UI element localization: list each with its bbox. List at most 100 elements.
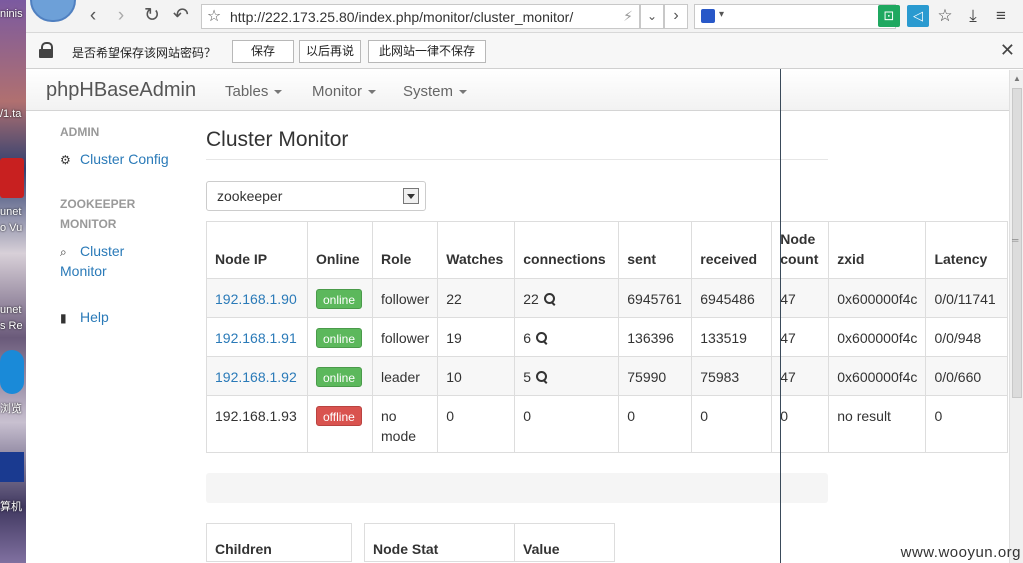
bookmark-star-icon[interactable]: ☆ [204, 7, 224, 27]
cell-zxid: 0x600000f4c [828, 356, 927, 396]
nav-monitor-label: Monitor [312, 83, 363, 100]
cell-received: 0 [691, 395, 773, 453]
sidebar-item-help[interactable]: ▮ Help [60, 307, 109, 328]
children-table: Children [206, 523, 352, 562]
cell-connections: 0 [514, 395, 620, 453]
cell-received: 75983 [691, 356, 773, 396]
zoom-in-icon[interactable] [536, 332, 548, 344]
cell-sent: 136396 [618, 317, 693, 357]
node-ip-link[interactable]: 192.168.1.91 [215, 330, 297, 346]
desktop-text: 浏览 [0, 403, 22, 415]
cell-sent: 75990 [618, 356, 693, 396]
table-header-row: Node Stat Value [364, 523, 615, 562]
browser-logo-icon[interactable] [30, 0, 76, 22]
cell-role: no mode [371, 395, 439, 453]
watermark: www.wooyun.org [900, 544, 1021, 561]
cell-watches: 0 [437, 395, 516, 453]
connections-value: 5 [523, 369, 532, 385]
sidebar-header-zookeeper: ZOOKEEPER [60, 197, 136, 211]
desktop-text: 算机 [0, 501, 22, 513]
search-box[interactable]: ▾ ⌕ [694, 4, 896, 29]
brand-link[interactable]: phpHBaseAdmin [46, 79, 196, 102]
desktop-browser-icon[interactable] [0, 350, 24, 394]
col-header: Children [206, 523, 352, 562]
go-arrow-icon[interactable]: › [664, 4, 688, 29]
speaker-icon[interactable]: ◁ [907, 5, 929, 27]
lightning-icon[interactable]: ⚡ [623, 8, 633, 25]
chevron-down-icon[interactable] [403, 188, 419, 204]
zoom-in-icon[interactable] [543, 293, 556, 305]
desktop-background: ninis /1.ta unet o Vu unet s Re 浏览 算机 [0, 0, 26, 563]
refresh-icon[interactable]: ↻ [140, 5, 164, 29]
url-text[interactable]: http://222.173.25.80/index.php/monitor/c… [230, 9, 573, 25]
connections-value: 6 [523, 330, 532, 346]
cell-received: 6945486 [691, 278, 773, 318]
download-icon[interactable]: ⤓ [962, 5, 984, 27]
back-icon[interactable]: ‹ [81, 5, 105, 29]
never-save-button[interactable]: 此网站一律不保存 [368, 40, 486, 63]
gear-icon: ⚙ [60, 153, 71, 167]
sidebar-item-label: Cluster Config [80, 151, 169, 167]
status-badge: online [316, 328, 363, 348]
node-stat-table: Node Stat Value [364, 523, 615, 562]
later-button[interactable]: 以后再说 [299, 40, 361, 63]
engine-caret-icon[interactable]: ▾ [719, 9, 724, 20]
status-badge: offline [316, 406, 362, 426]
cell-latency: 0/0/948 [925, 317, 1009, 357]
sidebar-item-cluster-config[interactable]: ⚙ Cluster Config [60, 149, 169, 170]
lock-icon [38, 42, 54, 58]
desktop-app-icon[interactable] [0, 158, 24, 198]
col-header: received [691, 221, 773, 279]
table-row: 192.168.1.93 offline no mode 0 0 0 0 0 n… [206, 395, 1009, 453]
close-icon[interactable]: ✕ [1000, 40, 1015, 61]
col-header: Online [307, 221, 373, 279]
col-header: Node IP [206, 221, 308, 279]
save-password-button[interactable]: 保存 [232, 40, 294, 63]
search-icon: ⌕ [60, 245, 67, 259]
caret-down-icon [368, 90, 377, 95]
cell-connections: 5 [514, 356, 620, 396]
nav-monitor[interactable]: Monitor [312, 83, 377, 100]
book-icon: ▮ [60, 311, 67, 325]
col-header: Latency [925, 221, 1009, 279]
cell-online: online [307, 356, 373, 396]
search-engine-icon[interactable] [701, 9, 715, 23]
cell-role: follower [371, 278, 439, 318]
cell-online: online [307, 278, 373, 318]
forward-icon[interactable]: › [109, 5, 133, 29]
sidebar-item-cluster-monitor[interactable]: ⌕ Cluster [60, 241, 124, 262]
node-ip-link[interactable]: 192.168.1.90 [215, 291, 297, 307]
cluster-select[interactable]: zookeeper [206, 181, 426, 211]
cell-zxid: 0x600000f4c [828, 317, 927, 357]
cell-watches: 22 [437, 278, 516, 318]
nav-tables-label: Tables [225, 83, 269, 100]
cell-ip: 192.168.1.91 [206, 317, 308, 357]
menu-icon[interactable]: ≡ [990, 5, 1012, 27]
address-bar[interactable]: ☆ http://222.173.25.80/index.php/monitor… [201, 4, 640, 29]
scroll-up-icon[interactable]: ▲ [1013, 74, 1021, 83]
col-header: Role [371, 221, 439, 279]
node-ip-link[interactable]: 192.168.1.92 [215, 369, 297, 385]
page-scrollbar[interactable]: ▲ ═ [1009, 70, 1023, 563]
nav-system-label: System [403, 83, 454, 100]
undo-icon[interactable]: ↶ [169, 5, 193, 29]
zoom-in-icon[interactable] [536, 371, 548, 383]
browser-toolbar: ‹ › ↻ ↶ ☆ http://222.173.25.80/index.php… [26, 0, 1023, 33]
desktop-computer-icon[interactable] [0, 452, 24, 482]
sidebar-item-cluster-monitor-cont[interactable]: Monitor [60, 261, 107, 281]
col-header: Watches [437, 221, 516, 279]
crop-icon[interactable]: ⊡ [878, 5, 900, 27]
favorites-icon[interactable]: ☆ [934, 5, 956, 27]
chevron-down-icon[interactable]: ⌄ [640, 4, 664, 29]
select-value: zookeeper [217, 188, 283, 204]
page-title: Cluster Monitor [206, 128, 349, 151]
nav-system[interactable]: System [403, 83, 468, 100]
status-badge: online [316, 289, 363, 309]
sidebar-item-label: Cluster [80, 243, 125, 259]
col-header: zxid [828, 221, 927, 279]
nav-tables[interactable]: Tables [225, 83, 283, 100]
desktop-text: unet [0, 206, 22, 218]
info-well [206, 473, 828, 503]
cell-role: leader [371, 356, 439, 396]
col-header: Node Stat [364, 523, 515, 562]
